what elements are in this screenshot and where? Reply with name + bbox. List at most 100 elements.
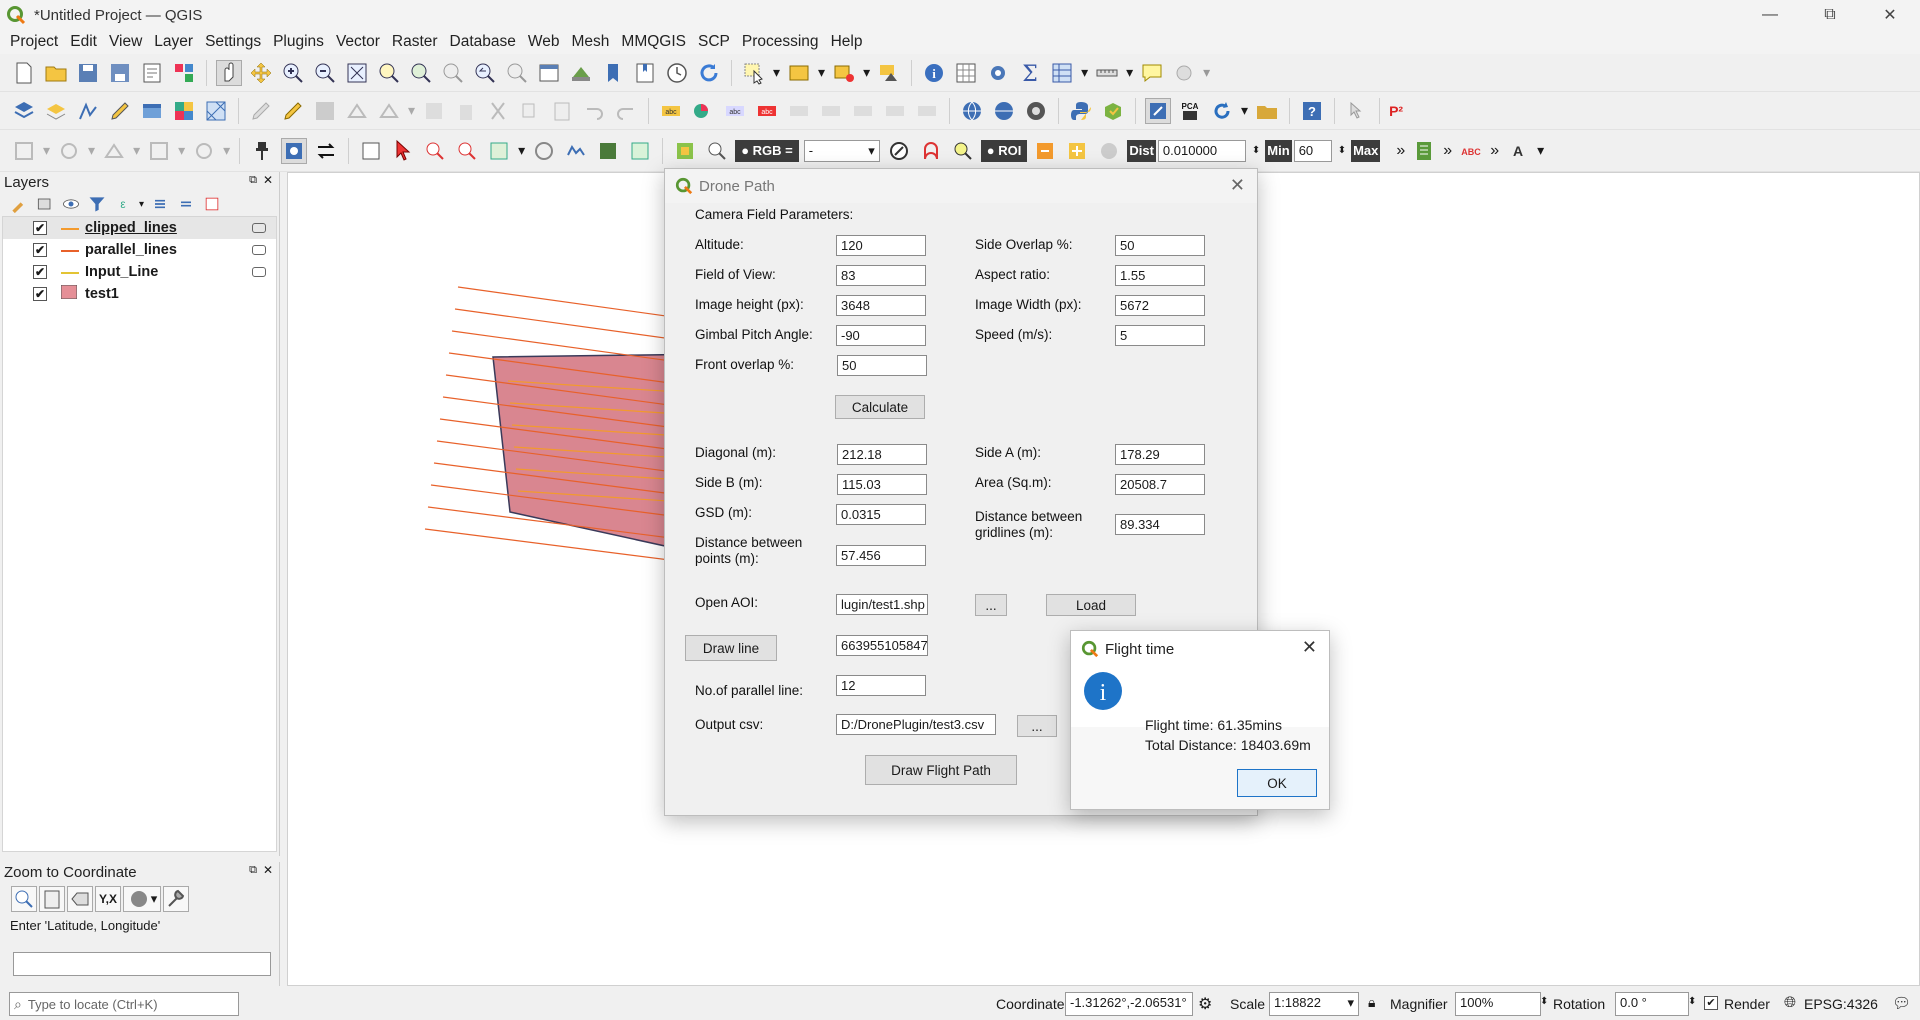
table-scp-icon[interactable] xyxy=(627,138,653,164)
flight-dialog-close-icon[interactable]: ✕ xyxy=(1302,637,1317,658)
digitize-icon[interactable] xyxy=(107,98,133,124)
layer-indicator-icon[interactable] xyxy=(252,267,266,277)
preview-dropdown-icon[interactable]: ▾ xyxy=(518,142,525,159)
table-dropdown-icon[interactable]: ▾ xyxy=(1081,64,1088,81)
cumulative-icon[interactable] xyxy=(918,138,944,164)
reshape-dropdown-icon[interactable]: ▾ xyxy=(133,142,140,159)
ring-dropdown-icon[interactable]: ▾ xyxy=(43,142,50,159)
change-label-icon[interactable] xyxy=(882,98,908,124)
calculate-button[interactable]: Calculate xyxy=(835,395,925,419)
show-preview-icon[interactable] xyxy=(563,138,589,164)
diagonal-input[interactable]: 212.18 xyxy=(837,444,927,465)
add-layer-icon[interactable] xyxy=(43,98,69,124)
zoom-next-icon[interactable] xyxy=(504,60,530,86)
output-csv-input[interactable]: D:/DronePlugin/test3.csv xyxy=(836,714,996,735)
layer-checkbox[interactable]: ✔ xyxy=(33,221,47,235)
attribute-table-icon[interactable] xyxy=(953,60,979,86)
zoom-last-icon[interactable] xyxy=(472,60,498,86)
manage-visibility-icon[interactable] xyxy=(61,194,81,214)
roi-pointer-icon[interactable] xyxy=(390,138,416,164)
zoom-native-icon[interactable] xyxy=(440,60,466,86)
select-features-icon[interactable] xyxy=(741,60,767,86)
spectral-plot-icon[interactable] xyxy=(1411,138,1437,164)
expand-all-icon[interactable] xyxy=(150,194,170,214)
zoom-layer-icon[interactable] xyxy=(408,60,434,86)
zoom-out-icon[interactable] xyxy=(312,60,338,86)
menu-mesh[interactable]: Mesh xyxy=(566,33,616,51)
filter-dropdown-icon[interactable]: ▾ xyxy=(139,199,144,210)
zoom-coordinate-icon[interactable] xyxy=(11,886,37,912)
filter-legend-icon[interactable] xyxy=(87,194,107,214)
redo-icon[interactable] xyxy=(613,98,639,124)
plugin-icon[interactable] xyxy=(1100,98,1126,124)
toggle-editing-icon[interactable] xyxy=(280,98,306,124)
paste-coordinate-icon[interactable] xyxy=(39,886,65,912)
layer-row-clipped-lines[interactable]: ✔ clipped_lines xyxy=(3,217,276,239)
layer-row-input-line[interactable]: ✔ Input_Line xyxy=(3,261,276,283)
layer-checkbox[interactable]: ✔ xyxy=(33,243,47,257)
side-a-input[interactable]: 178.29 xyxy=(1115,444,1205,465)
image-height-input[interactable]: 3648 xyxy=(836,295,926,316)
menu-plugins[interactable]: Plugins xyxy=(267,33,330,51)
python-console-icon[interactable] xyxy=(1068,98,1094,124)
menu-mmqgis[interactable]: MMQGIS xyxy=(615,33,692,51)
open-table-icon[interactable] xyxy=(1049,60,1075,86)
bookmark-icon[interactable] xyxy=(600,60,626,86)
zoom-scp-map-icon[interactable] xyxy=(950,138,976,164)
simplify-dropdown-icon[interactable]: ▾ xyxy=(88,142,95,159)
zoom-selection-icon[interactable] xyxy=(376,60,402,86)
crs-label[interactable]: EPSG:4326 xyxy=(1804,996,1878,1012)
point-distance-input[interactable]: 57.456 xyxy=(836,545,926,566)
scale-combo[interactable]: 1:18822 ▾ xyxy=(1269,992,1359,1016)
magnifier-spin-icon[interactable]: ⬍ xyxy=(1540,996,1548,1007)
render-checkbox[interactable]: ✔ xyxy=(1704,996,1718,1010)
minimize-button[interactable]: — xyxy=(1740,0,1800,30)
min-input[interactable]: 60 xyxy=(1293,139,1332,162)
select-dropdown-icon[interactable]: ▾ xyxy=(773,64,780,81)
collapse-all-icon[interactable] xyxy=(176,194,196,214)
split-features-icon[interactable] xyxy=(191,138,217,164)
rotate-label-icon[interactable] xyxy=(850,98,876,124)
menu-edit[interactable]: Edit xyxy=(64,33,103,51)
data-source-manager-icon[interactable] xyxy=(11,98,37,124)
open-project-icon[interactable] xyxy=(43,60,69,86)
gsd-input[interactable]: 0.0315 xyxy=(836,504,926,525)
offset-curve-icon[interactable] xyxy=(146,138,172,164)
pin-label-icon[interactable]: abc xyxy=(754,98,780,124)
toolbar-overflow-2[interactable]: » xyxy=(1443,142,1452,160)
rotation-input[interactable]: 0.0 ° xyxy=(1615,992,1689,1016)
ok-button[interactable]: OK xyxy=(1237,769,1317,797)
add-group-icon[interactable] xyxy=(35,194,55,214)
new-project-icon[interactable] xyxy=(11,60,37,86)
menu-project[interactable]: Project xyxy=(4,33,64,51)
text-format-dropdown-icon[interactable]: ▾ xyxy=(1537,142,1544,159)
image-width-input[interactable]: 5672 xyxy=(1115,295,1205,316)
crs-select-icon[interactable]: ▾ xyxy=(123,886,161,912)
show-bookmarks-icon[interactable] xyxy=(632,60,658,86)
add-raster-icon[interactable] xyxy=(171,98,197,124)
crs-globe-icon[interactable]: 🌐︎ xyxy=(1784,994,1796,1011)
processing-toolbox-icon[interactable] xyxy=(985,60,1011,86)
gps-icon[interactable] xyxy=(1023,98,1049,124)
draw-flight-path-button[interactable]: Draw Flight Path xyxy=(865,755,1017,785)
side-b-input[interactable]: 115.03 xyxy=(837,474,927,495)
modify-attributes-icon[interactable] xyxy=(421,98,447,124)
layer-row-test1[interactable]: ✔ test1 xyxy=(3,283,276,305)
close-window-button[interactable]: ✕ xyxy=(1860,0,1920,30)
scp-tool-icon[interactable] xyxy=(1145,97,1172,124)
redo-roi-icon[interactable] xyxy=(1096,138,1122,164)
front-overlap-input[interactable]: 50 xyxy=(837,355,927,376)
globe-settings-icon[interactable] xyxy=(991,98,1017,124)
text-format-icon[interactable]: A xyxy=(1505,138,1531,164)
menu-view[interactable]: View xyxy=(103,33,148,51)
side-overlap-input[interactable]: 50 xyxy=(1115,235,1205,256)
rotate-dropdown-icon[interactable]: ▾ xyxy=(1241,102,1248,119)
menu-web[interactable]: Web xyxy=(522,33,566,51)
undo-icon[interactable] xyxy=(581,98,607,124)
menu-raster[interactable]: Raster xyxy=(386,33,444,51)
rgb-toggle[interactable]: ● RGB = xyxy=(735,139,799,162)
show-label-icon[interactable] xyxy=(786,98,812,124)
abc-tool-icon[interactable]: ABC xyxy=(1458,138,1484,164)
raster-settings-icon[interactable] xyxy=(672,138,698,164)
show-input-icon[interactable] xyxy=(531,138,557,164)
